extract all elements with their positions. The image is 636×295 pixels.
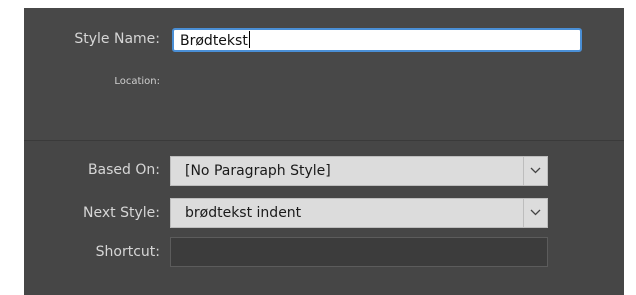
based-on-dropdown[interactable]: [No Paragraph Style] [170,156,548,186]
shortcut-label: Shortcut: [95,244,160,260]
based-on-dropdown-button[interactable] [523,157,547,185]
style-name-value: Brødtekst [180,33,248,49]
next-style-label: Next Style: [83,205,160,221]
next-style-dropdown[interactable]: brødtekst indent [170,198,548,228]
text-caret [248,31,250,48]
section-divider [24,140,624,141]
based-on-label: Based On: [87,162,160,178]
chevron-down-icon [530,209,541,216]
style-name-input[interactable]: Brødtekst [172,28,582,52]
chevron-down-icon [530,167,541,174]
location-label: Location: [114,76,160,87]
next-style-dropdown-button[interactable] [523,199,547,227]
shortcut-input[interactable] [170,237,548,267]
style-name-label: Style Name: [74,31,160,47]
based-on-value: [No Paragraph Style] [185,163,331,179]
paragraph-style-options-panel: Style Name: Brødtekst Location: Based On… [24,8,624,295]
next-style-value: brødtekst indent [185,205,302,221]
